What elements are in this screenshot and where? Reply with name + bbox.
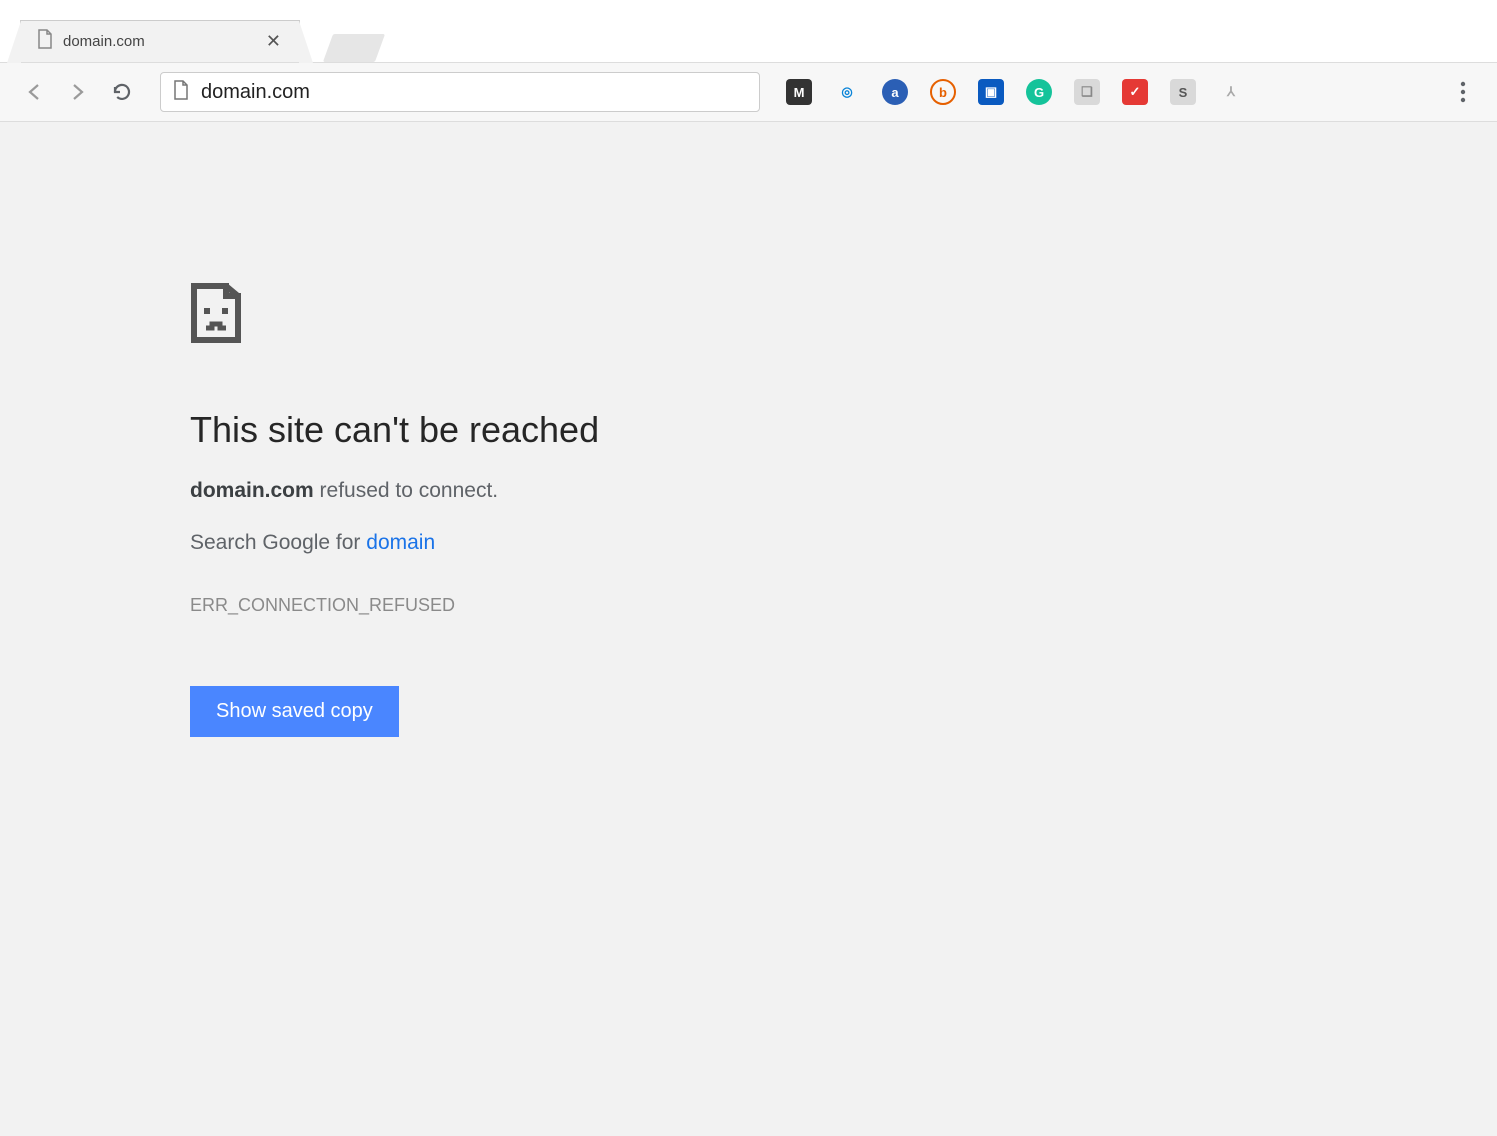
error-code: ERR_CONNECTION_REFUSED <box>190 595 890 616</box>
forward-button[interactable] <box>60 74 96 110</box>
extensions-bar: M ◎ ab ▣ G ❏ ✓ S ⅄ <box>786 79 1244 105</box>
compass-icon[interactable]: ⅄ <box>1218 79 1244 105</box>
page-icon <box>37 29 53 54</box>
error-refused-text: refused to connect. <box>314 479 498 502</box>
error-domain: domain.com <box>190 479 314 502</box>
browser-menu-button[interactable] <box>1445 74 1481 110</box>
megaupload-icon[interactable]: M <box>786 79 812 105</box>
search-link[interactable]: domain <box>366 531 435 554</box>
todo-extension-icon[interactable]: ✓ <box>1122 79 1148 105</box>
browser-tab[interactable]: domain.com ✕ <box>20 20 300 62</box>
close-tab-button[interactable]: ✕ <box>262 31 285 52</box>
grammarly-icon[interactable]: G <box>1026 79 1052 105</box>
clipboard-icon[interactable]: ❏ <box>1074 79 1100 105</box>
amazon-assistant-icon[interactable]: a <box>882 79 908 105</box>
tab-title: domain.com <box>63 33 262 50</box>
search-suggestion: Search Google for domain <box>190 531 890 555</box>
page-info-icon[interactable] <box>173 80 189 105</box>
tab-strip: domain.com ✕ <box>0 0 1497 62</box>
error-subtitle: domain.com refused to connect. <box>190 479 890 503</box>
error-heading: This site can't be reached <box>190 409 890 451</box>
error-panel: This site can't be reached domain.com re… <box>190 282 890 737</box>
screenshot-icon[interactable]: ▣ <box>978 79 1004 105</box>
new-tab-button[interactable] <box>323 34 385 62</box>
sad-page-icon <box>190 282 246 344</box>
address-bar[interactable] <box>160 72 760 112</box>
reload-button[interactable] <box>104 74 140 110</box>
back-button[interactable] <box>16 74 52 110</box>
toolbar: M ◎ ab ▣ G ❏ ✓ S ⅄ <box>0 62 1497 122</box>
bitly-icon[interactable]: b <box>930 79 956 105</box>
show-saved-copy-button[interactable]: Show saved copy <box>190 686 399 737</box>
siteblock-icon[interactable]: S <box>1170 79 1196 105</box>
search-prefix: Search Google for <box>190 531 366 554</box>
url-input[interactable] <box>201 81 747 104</box>
quicksearch-icon[interactable]: ◎ <box>834 79 860 105</box>
page-content: This site can't be reached domain.com re… <box>0 122 1497 1136</box>
